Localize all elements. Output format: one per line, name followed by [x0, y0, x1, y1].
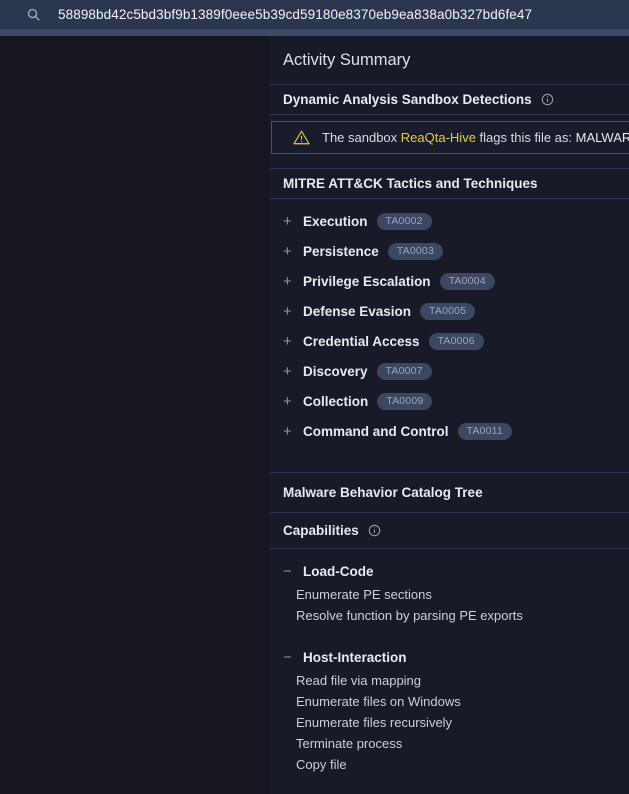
expand-plus-icon[interactable]: +	[283, 214, 303, 229]
info-icon[interactable]	[541, 93, 554, 106]
verdict-value: MALWARE	[576, 130, 629, 145]
tactic-label: Persistence	[303, 244, 379, 259]
section-header-mitre: MITRE ATT&CK Tactics and Techniques	[270, 168, 629, 199]
expand-plus-icon[interactable]: +	[283, 304, 303, 319]
verdict-prefix: The sandbox	[322, 130, 401, 145]
mitre-tactics-list: + Execution TA0002 + Persistence TA0003 …	[270, 199, 629, 446]
search-icon	[27, 8, 41, 22]
tactic-id-badge: TA0011	[458, 423, 512, 440]
graph-canvas-area[interactable]	[0, 36, 270, 794]
tactic-label: Defense Evasion	[303, 304, 411, 319]
expand-plus-icon[interactable]: +	[283, 274, 303, 289]
tactic-row-credential-access[interactable]: + Credential Access TA0006	[270, 326, 629, 356]
tactic-label: Credential Access	[303, 334, 420, 349]
capability-group-label: Host-Interaction	[303, 650, 407, 665]
tactic-label: Discovery	[303, 364, 368, 379]
capability-group-label: Load-Code	[303, 564, 374, 579]
sandbox-engine-name[interactable]: ReaQta-Hive	[401, 130, 476, 145]
search-input[interactable]: 58898bd42c5bd3bf9b1389f0eee5b39cd59180e8…	[58, 7, 532, 22]
capability-item: Enumerate files on Windows	[270, 691, 629, 712]
capability-group-load-code: − Load-Code Enumerate PE sections Resolv…	[270, 558, 629, 626]
mitre-header-label: MITRE ATT&CK Tactics and Techniques	[283, 176, 538, 191]
capability-item: Copy file	[270, 754, 629, 775]
capability-item: Resolve function by parsing PE exports	[270, 605, 629, 626]
capability-item: Enumerate files recursively	[270, 712, 629, 733]
tactic-id-badge: TA0003	[388, 243, 443, 260]
sandbox-detections-label: Dynamic Analysis Sandbox Detections	[283, 92, 532, 107]
expand-plus-icon[interactable]: +	[283, 394, 303, 409]
expand-plus-icon[interactable]: +	[283, 424, 303, 439]
tactic-id-badge: TA0005	[420, 303, 475, 320]
capability-group-header[interactable]: − Load-Code	[270, 558, 629, 584]
capability-group-header[interactable]: − Host-Interaction	[270, 644, 629, 670]
tactic-row-defense-evasion[interactable]: + Defense Evasion TA0005	[270, 296, 629, 326]
topbar-divider-strip	[0, 29, 629, 36]
expand-plus-icon[interactable]: +	[283, 364, 303, 379]
warning-triangle-icon	[293, 130, 310, 145]
mbc-header-label: Malware Behavior Catalog Tree	[283, 485, 483, 500]
collapse-minus-icon[interactable]: −	[283, 650, 303, 665]
tactic-row-execution[interactable]: + Execution TA0002	[270, 206, 629, 236]
collapse-minus-icon[interactable]: −	[283, 564, 303, 579]
section-header-capabilities: Capabilities	[270, 512, 629, 549]
tactic-row-discovery[interactable]: + Discovery TA0007	[270, 356, 629, 386]
tactic-label: Collection	[303, 394, 368, 409]
tactic-label: Privilege Escalation	[303, 274, 431, 289]
section-header-mbc-tree: Malware Behavior Catalog Tree	[270, 472, 629, 512]
tactic-label: Execution	[303, 214, 368, 229]
expand-plus-icon[interactable]: +	[283, 244, 303, 259]
info-icon[interactable]	[368, 524, 381, 537]
sandbox-verdict-banner: The sandbox ReaQta-Hive flags this file …	[271, 121, 629, 154]
page-title: Activity Summary	[270, 36, 629, 84]
tactic-row-collection[interactable]: + Collection TA0009	[270, 386, 629, 416]
capability-item: Read file via mapping	[270, 670, 629, 691]
capability-item: Enumerate PE sections	[270, 584, 629, 605]
tactic-row-command-and-control[interactable]: + Command and Control TA0011	[270, 416, 629, 446]
tactic-id-badge: TA0002	[377, 213, 432, 230]
tactic-row-privilege-escalation[interactable]: + Privilege Escalation TA0004	[270, 266, 629, 296]
tactic-id-badge: TA0009	[377, 393, 432, 410]
top-search-bar: 58898bd42c5bd3bf9b1389f0eee5b39cd59180e8…	[0, 0, 629, 29]
capability-item: Terminate process	[270, 733, 629, 754]
activity-summary-panel: Activity Summary Dynamic Analysis Sandbo…	[270, 36, 629, 794]
section-header-sandbox-detections: Dynamic Analysis Sandbox Detections	[270, 84, 629, 115]
capability-group-host-interaction: − Host-Interaction Read file via mapping…	[270, 644, 629, 775]
expand-plus-icon[interactable]: +	[283, 334, 303, 349]
tactic-label: Command and Control	[303, 424, 449, 439]
tactic-row-persistence[interactable]: + Persistence TA0003	[270, 236, 629, 266]
tactic-id-badge: TA0006	[429, 333, 484, 350]
capabilities-list: − Load-Code Enumerate PE sections Resolv…	[270, 549, 629, 787]
sandbox-verdict-text: The sandbox ReaQta-Hive flags this file …	[322, 130, 629, 145]
tactic-id-badge: TA0004	[440, 273, 495, 290]
verdict-middle: flags this file as:	[476, 130, 576, 145]
capabilities-header-label: Capabilities	[283, 523, 359, 538]
tactic-id-badge: TA0007	[377, 363, 432, 380]
